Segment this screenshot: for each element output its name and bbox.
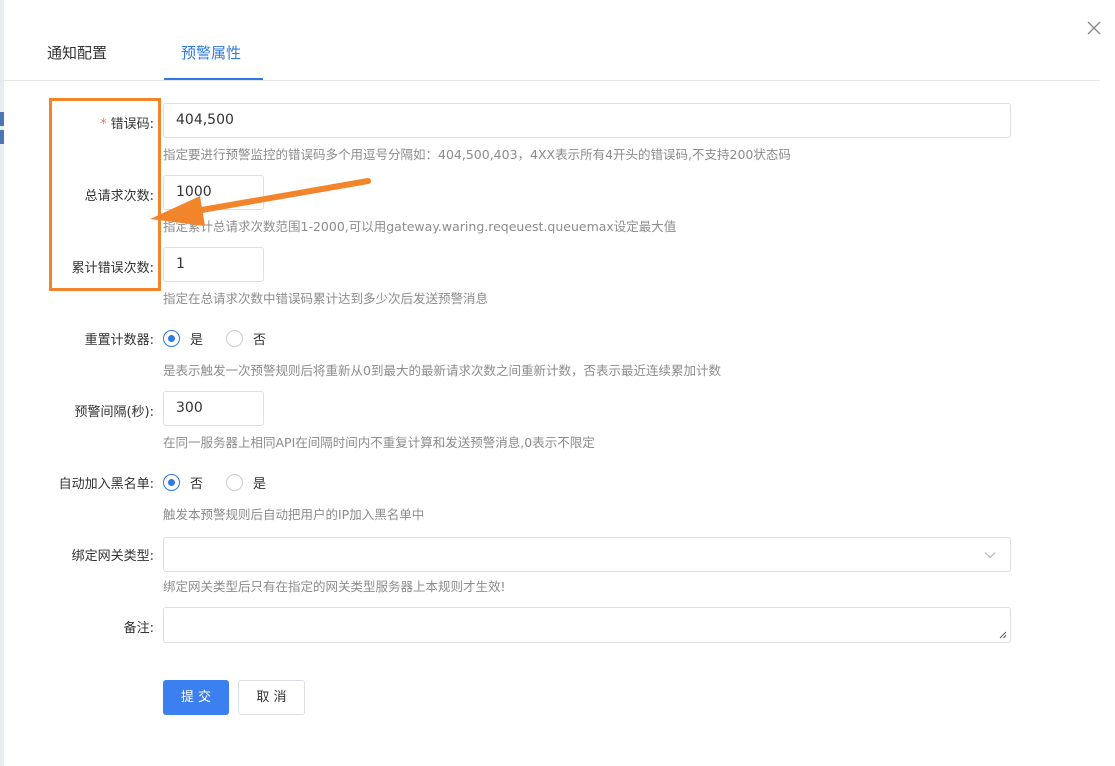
remark-textarea[interactable] [163,607,1011,643]
gateway-type-hint: 绑定网关类型后只有在指定的网关类型服务器上本规则才生效! [163,579,506,594]
radio-checked-icon[interactable] [163,473,180,491]
chevron-down-icon[interactable] [984,549,996,561]
radio-checked-icon[interactable] [163,329,180,347]
tab-bar: 通知配置 预警属性 [0,0,1100,81]
submit-button[interactable]: 提 交 [163,680,229,715]
total-requests-hint: 指定累计总请求次数范围1-2000,可以用gateway.waring.reqe… [163,219,677,234]
error-code-input[interactable]: 404,500 [163,103,1011,138]
error-count-input[interactable]: 1 [163,247,264,282]
radio-unchecked-icon[interactable] [226,329,244,347]
auto-blacklist-hint: 触发本预警规则后自动把用户的IP加入黑名单中 [163,507,425,522]
error-count-hint: 指定在总请求次数中错误码累计达到多少次后发送预警消息 [163,291,489,306]
auto-blacklist-label: 自动加入黑名单: [58,477,154,492]
reset-counter-hint: 是表示触发一次预警规则后将重新从0到最大的最新请求次数之间重新计数，否表示最近连… [163,363,721,378]
reset-counter-label: 重置计数器: [84,333,154,348]
active-tab-indicator [164,78,263,80]
auto-blacklist-option-yes[interactable]: 是 [226,473,266,492]
tab-alert-properties[interactable]: 预警属性 [181,42,241,63]
auto-blacklist-option-no[interactable]: 否 [163,473,203,492]
radio-unchecked-icon[interactable] [226,473,244,491]
resize-grip-icon[interactable] [999,631,1007,639]
gateway-type-select[interactable] [163,537,1011,572]
alert-interval-input[interactable]: 300 [163,391,264,426]
reset-counter-option-yes[interactable]: 是 [163,329,203,348]
alert-interval-hint: 在同一服务器上相同API在间隔时间内不重复计算和发送预警消息,0表示不限定 [163,435,595,450]
reset-counter-option-no[interactable]: 否 [226,329,266,348]
tab-notification-config[interactable]: 通知配置 [47,42,107,63]
cancel-button[interactable]: 取 消 [238,680,305,715]
annotation-highlight-box [49,98,161,291]
gateway-type-label: 绑定网关类型: [71,549,154,564]
auto-blacklist-radio-group: 否 是 [163,472,289,492]
total-requests-input[interactable]: 1000 [163,175,264,210]
alert-interval-label: 预警间隔(秒): [74,405,154,420]
close-icon[interactable] [1086,20,1102,36]
edge-marker [0,130,4,144]
reset-counter-radio-group: 是 否 [163,328,289,348]
remark-label: 备注: [123,621,154,636]
error-code-hint: 指定要进行预警监控的错误码多个用逗号分隔如：404,500,403，4XX表示所… [163,147,791,162]
